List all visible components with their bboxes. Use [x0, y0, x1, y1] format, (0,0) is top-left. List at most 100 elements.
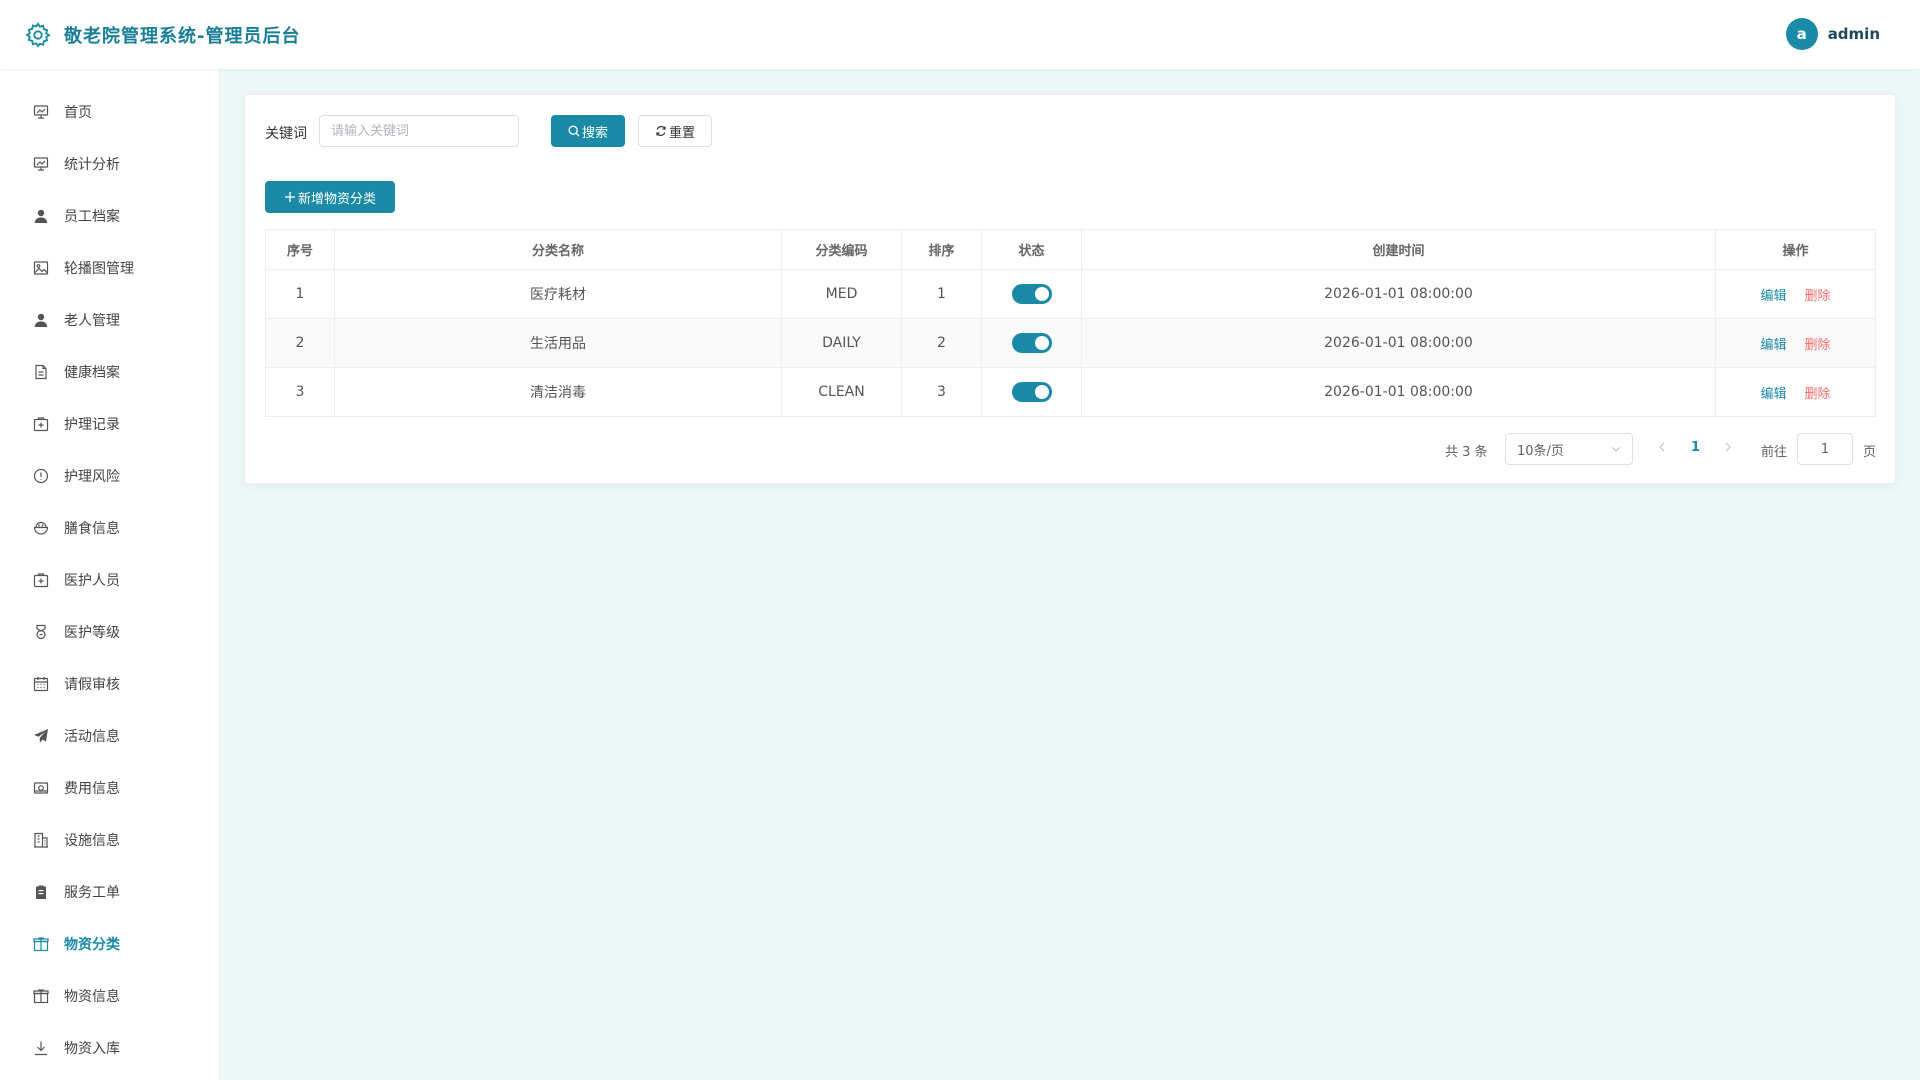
- money-icon: [32, 779, 50, 797]
- column-header: 分类名称: [334, 229, 782, 270]
- edit-button[interactable]: 编辑: [1760, 387, 1786, 402]
- cell-created: 2026-01-01 08:00:00: [1081, 367, 1716, 417]
- column-header: 序号: [265, 229, 335, 270]
- chevron-down-icon: [1610, 443, 1622, 459]
- sidebar-item-label: 护理风险: [64, 469, 120, 485]
- pagination-total: 共 3 条: [1445, 445, 1488, 460]
- app-title: 敬老院管理系统-管理员后台: [64, 26, 301, 47]
- main-card: 关键词 搜索 重置 新增物资分类 序号分类名称分类编码排序状态创建时间操作 1医…: [244, 94, 1896, 484]
- status-toggle[interactable]: [1011, 284, 1052, 304]
- sidebar-item-13[interactable]: 费用信息: [0, 762, 219, 814]
- sidebar-item-1[interactable]: 统计分析: [0, 138, 219, 190]
- sidebar-item-14[interactable]: 设施信息: [0, 814, 219, 866]
- username[interactable]: admin: [1828, 25, 1880, 43]
- cell-sort: 3: [901, 367, 982, 417]
- reset-button-label: 重置: [668, 125, 695, 141]
- search-button[interactable]: 搜索: [551, 115, 625, 147]
- sidebar-item-3[interactable]: 轮播图管理: [0, 242, 219, 294]
- prev-page-icon[interactable]: [1657, 441, 1667, 457]
- cell-created: 2026-01-01 08:00:00: [1081, 269, 1716, 319]
- user-menu[interactable]: a admin: [1785, 18, 1880, 50]
- sidebar-item-label: 请假审核: [64, 677, 120, 693]
- next-page-icon[interactable]: [1723, 441, 1733, 457]
- keyword-label: 关键词: [265, 126, 307, 142]
- sidebar-item-10[interactable]: 医护等级: [0, 606, 219, 658]
- table-row: 1 医疗耗材 MED 1 2026-01-01 08:00:00 编辑 删除: [265, 269, 1876, 319]
- user-icon: [32, 207, 50, 225]
- status-toggle[interactable]: [1011, 382, 1052, 402]
- avatar[interactable]: a: [1785, 18, 1818, 50]
- delete-button[interactable]: 删除: [1805, 387, 1831, 402]
- sidebar-item-label: 物资入库: [64, 1041, 120, 1057]
- cell-sort: 1: [901, 269, 982, 319]
- page-number-current[interactable]: 1: [1691, 440, 1700, 455]
- gear-icon: [24, 21, 52, 49]
- add-category-button[interactable]: 新增物资分类: [265, 181, 395, 213]
- cell-code: MED: [781, 269, 902, 319]
- table-row: 2 生活用品 DAILY 2 2026-01-01 08:00:00 编辑 删除: [265, 318, 1876, 368]
- top-header: 敬老院管理系统-管理员后台 a admin: [0, 0, 1920, 69]
- sidebar-item-label: 医护等级: [64, 625, 120, 641]
- keyword-input[interactable]: [319, 115, 519, 147]
- sidebar-item-label: 统计分析: [64, 157, 120, 173]
- medical-box-icon: [32, 571, 50, 589]
- sidebar-item-label: 设施信息: [64, 833, 120, 849]
- cell-name: 医疗耗材: [334, 269, 782, 319]
- cell-actions: 编辑 删除: [1715, 318, 1876, 368]
- sidebar-item-7[interactable]: 护理风险: [0, 450, 219, 502]
- edit-button[interactable]: 编辑: [1760, 338, 1786, 353]
- sidebar-item-5[interactable]: 健康档案: [0, 346, 219, 398]
- pagination: 共 3 条 10条/页 1 前往 页: [245, 433, 1897, 465]
- sidebar-item-6[interactable]: 护理记录: [0, 398, 219, 450]
- page-size-select[interactable]: 10条/页: [1505, 433, 1633, 465]
- reset-button[interactable]: 重置: [638, 115, 712, 147]
- cell-actions: 编辑 删除: [1715, 269, 1876, 319]
- cell-name: 生活用品: [334, 318, 782, 368]
- goto-page-input[interactable]: [1797, 433, 1853, 465]
- delete-button[interactable]: 删除: [1805, 338, 1831, 353]
- sidebar-item-label: 医护人员: [64, 573, 120, 589]
- plus-icon: [284, 191, 296, 203]
- search-button-label: 搜索: [581, 125, 608, 141]
- image-icon: [32, 259, 50, 277]
- column-header: 分类编码: [781, 229, 902, 270]
- sidebar-item-12[interactable]: 活动信息: [0, 710, 219, 762]
- sidebar-item-17[interactable]: 物资信息: [0, 970, 219, 1022]
- user-icon: [32, 311, 50, 329]
- building-icon: [32, 831, 50, 849]
- sidebar-item-9[interactable]: 医护人员: [0, 554, 219, 606]
- cell-sort: 2: [901, 318, 982, 368]
- sidebar-item-4[interactable]: 老人管理: [0, 294, 219, 346]
- status-toggle[interactable]: [1011, 333, 1052, 353]
- delete-button[interactable]: 删除: [1805, 289, 1831, 304]
- sidebar-item-label: 费用信息: [64, 781, 120, 797]
- column-header: 创建时间: [1081, 229, 1716, 270]
- cell-index: 2: [265, 318, 335, 368]
- sidebar-item-15[interactable]: 服务工单: [0, 866, 219, 918]
- sidebar-item-11[interactable]: 请假审核: [0, 658, 219, 710]
- table-row: 3 清洁消毒 CLEAN 3 2026-01-01 08:00:00 编辑 删除: [265, 367, 1876, 417]
- column-header: 状态: [981, 229, 1082, 270]
- add-category-label: 新增物资分类: [297, 191, 376, 207]
- sidebar-item-label: 轮播图管理: [64, 261, 134, 277]
- download-icon: [32, 1039, 50, 1057]
- cell-status: [981, 269, 1082, 319]
- bowl-icon: [32, 519, 50, 537]
- sidebar-item-label: 膳食信息: [64, 521, 120, 537]
- sidebar-item-8[interactable]: 膳食信息: [0, 502, 219, 554]
- goto-label: 前往: [1761, 445, 1788, 460]
- sidebar-item-label: 员工档案: [64, 209, 120, 225]
- sidebar-item-label: 活动信息: [64, 729, 120, 745]
- sidebar-item-label: 服务工单: [64, 885, 120, 901]
- sidebar-item-2[interactable]: 员工档案: [0, 190, 219, 242]
- sidebar-item-0[interactable]: 首页: [0, 86, 219, 138]
- page-suffix-label: 页: [1863, 445, 1877, 460]
- cell-name: 清洁消毒: [334, 367, 782, 417]
- cell-actions: 编辑 删除: [1715, 367, 1876, 417]
- edit-button[interactable]: 编辑: [1760, 289, 1786, 304]
- sidebar-item-label: 护理记录: [64, 417, 120, 433]
- sidebar-item-label: 物资信息: [64, 989, 120, 1005]
- sidebar-item-18[interactable]: 物资入库: [0, 1022, 219, 1074]
- chart-icon: [32, 155, 50, 173]
- sidebar-item-16[interactable]: 物资分类: [0, 918, 219, 970]
